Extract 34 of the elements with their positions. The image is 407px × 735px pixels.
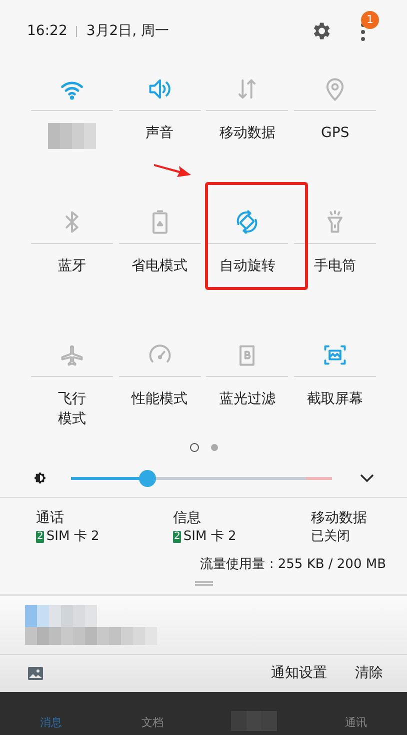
tile-label[interactable]: 截取屏幕 — [307, 389, 364, 409]
clear-button[interactable]: 清除 — [355, 662, 383, 684]
tile-label[interactable]: 移动数据 — [219, 123, 276, 143]
drag-handle-icon[interactable] — [194, 580, 212, 586]
tile-label[interactable]: 手电筒 — [314, 256, 356, 276]
tile-label[interactable]: GPS — [321, 123, 350, 143]
notification-badge: 1 — [361, 11, 379, 29]
info-title: 移动数据 — [311, 509, 368, 528]
tile-label[interactable]: 飞行模式 — [58, 389, 86, 429]
slider-thumb[interactable] — [138, 470, 156, 486]
info-value: SIM 卡 2 — [183, 528, 236, 546]
notification-settings-button[interactable]: 通知设置 — [271, 662, 327, 684]
tile-label[interactable]: 蓝牙 — [58, 256, 86, 276]
info-value: 已关闭 — [311, 528, 350, 546]
sim-badge: 2 — [173, 531, 182, 543]
blurred-label — [48, 123, 96, 149]
tile-label[interactable]: 自动旋转 — [219, 256, 276, 276]
clock: 16:22 — [27, 22, 68, 40]
arrow-drawing — [154, 162, 192, 178]
image-icon[interactable] — [28, 666, 43, 680]
data-usage: 流量使用量 : 255 KB / 200 MB — [200, 556, 386, 574]
tile-label[interactable]: 声音 — [146, 123, 174, 143]
tile-label[interactable]: 性能模式 — [132, 389, 188, 409]
info-title: 通话 — [36, 509, 65, 528]
date: 3月2日, 周一 — [86, 22, 170, 40]
app-tab[interactable]: 文档 — [142, 714, 164, 731]
tile-label[interactable]: 省电模式 — [132, 256, 188, 276]
info-title: 信息 — [173, 509, 202, 528]
brightness-slider[interactable] — [71, 469, 332, 487]
chevron-down-icon[interactable] — [360, 474, 374, 482]
sim-badge: 2 — [36, 531, 44, 543]
app-tab[interactable]: 通讯 — [345, 714, 368, 731]
tile-label[interactable]: 蓝光过滤 — [219, 389, 276, 409]
info-value: SIM 卡 2 — [46, 528, 100, 546]
